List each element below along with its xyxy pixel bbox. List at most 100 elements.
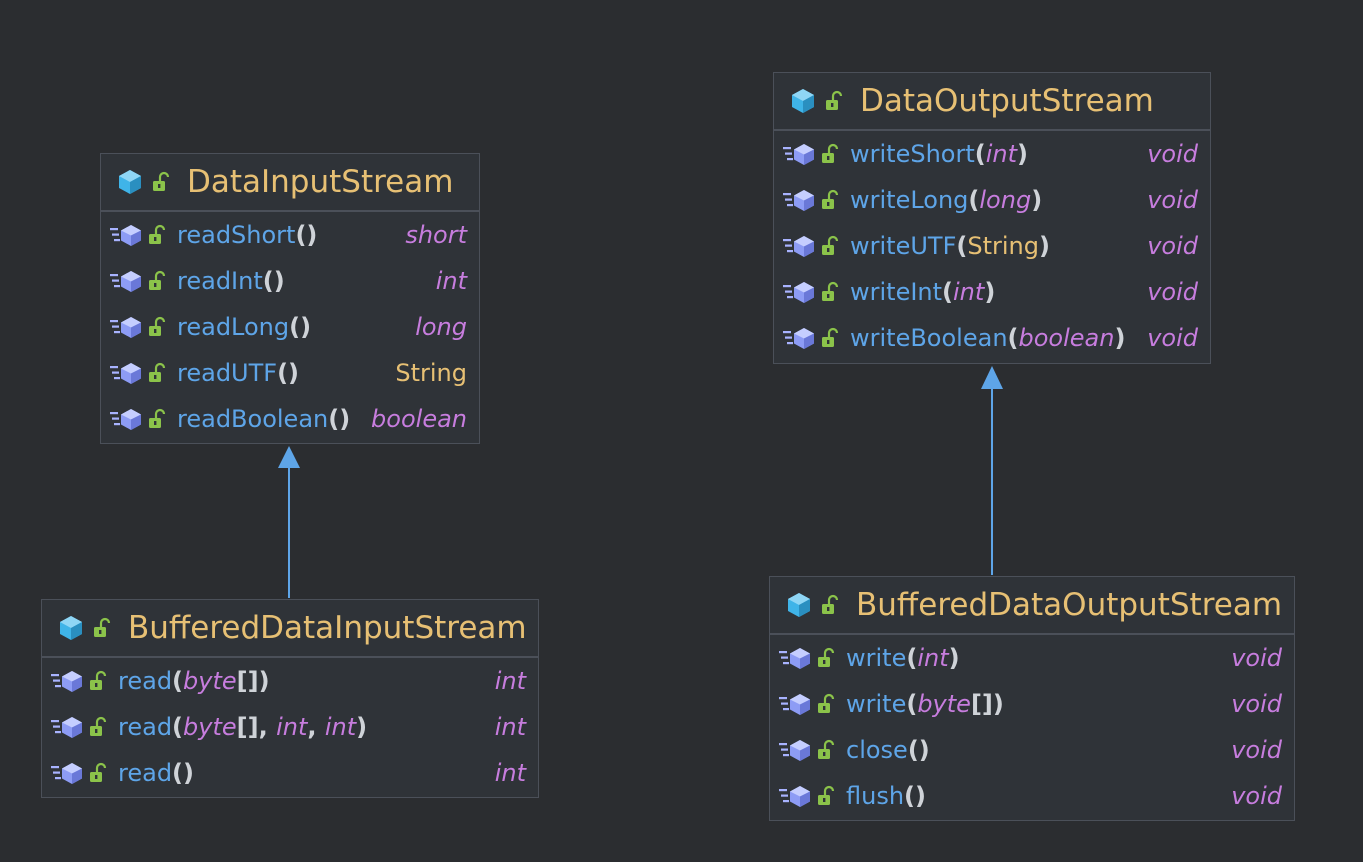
class-name: DataInputStream [187,164,454,200]
method-row[interactable]: readUTF() String [101,350,479,396]
method-icon [779,786,810,807]
param-type: int [953,278,985,306]
method-row[interactable]: close() void [770,727,1294,773]
method-row[interactable]: writeInt(int) void [774,269,1210,315]
class-name: BufferedDataInputStream [128,610,527,646]
method-name: writeBoolean [850,324,1008,352]
method-icon [779,694,810,715]
close-paren: ) [1017,140,1028,168]
method-signature: writeUTF(String) [850,232,1050,260]
class-header: DataInputStream [101,154,479,212]
close-paren: ) [1114,324,1126,352]
method-signature: writeShort(int) [850,140,1028,168]
public-lock-icon [822,594,839,614]
param-type: boolean [1018,324,1115,352]
method-signature: readBoolean() [177,405,350,433]
method-row[interactable]: readInt() int [101,258,479,304]
close-paren: ) [288,359,300,387]
open-paren: ( [906,644,918,672]
method-row[interactable]: flush() void [770,773,1294,819]
class-box-data-output-stream[interactable]: DataOutputStream writeShort(int) void write… [773,72,1211,364]
param-type: int [985,140,1018,168]
public-lock-icon [822,189,839,209]
close-paren: ) [273,267,285,295]
method-signature: readUTF() [177,359,299,387]
diagram-canvas: DataInputStream readShort() short readInt()… [0,0,1363,862]
method-name: writeShort [850,140,975,168]
public-lock-icon [149,270,166,290]
method-row[interactable]: write(int) void [770,635,1294,681]
return-type: int [494,759,526,787]
method-row[interactable]: writeShort(int) void [774,131,1210,177]
method-row[interactable]: read(byte[], int, int) int [42,704,538,750]
method-name: readUTF [177,359,278,387]
method-row[interactable]: writeLong(long) void [774,177,1210,223]
param-type: byte [917,690,971,718]
param-separator: , [258,713,277,741]
close-paren: ) [948,644,960,672]
public-lock-icon [822,235,839,255]
method-signature: readShort() [177,221,317,249]
public-lock-icon [153,171,170,191]
open-paren: ( [172,667,184,695]
method-icon [110,225,141,246]
public-lock-icon [149,362,166,382]
method-name: write [846,644,907,672]
return-type: void [1231,644,1282,672]
method-signature: read(byte[], int, int) [118,713,367,741]
close-paren: ) [183,759,194,787]
open-paren: ( [906,690,918,718]
public-lock-icon [149,224,166,244]
method-row[interactable]: write(byte[]) void [770,681,1294,727]
method-row[interactable]: readLong() long [101,304,479,350]
public-lock-icon [822,327,839,347]
open-paren: ( [1007,324,1019,352]
public-lock-icon [818,693,835,713]
open-paren: ( [904,782,916,810]
return-type: int [494,667,526,695]
class-header: BufferedDataOutputStream [770,577,1294,635]
open-paren: ( [968,186,980,214]
method-signature: writeInt(int) [850,278,995,306]
class-name: BufferedDataOutputStream [856,587,1283,623]
method-signature: readInt() [177,267,285,295]
method-row[interactable]: read(byte[]) int [42,658,538,704]
close-paren: ) [915,782,926,810]
public-lock-icon [818,647,835,667]
public-lock-icon [826,90,843,110]
method-row[interactable]: readShort() short [101,212,479,258]
param-separator: , [307,713,325,741]
return-type: long [415,313,467,341]
public-lock-icon [822,281,839,301]
class-box-data-input-stream[interactable]: DataInputStream readShort() short readInt()… [100,153,480,444]
return-type: String [395,359,467,387]
method-icon [783,236,814,257]
method-row[interactable]: readBoolean() boolean [101,396,479,442]
method-name: readInt [177,267,263,295]
public-lock-icon [818,785,835,805]
method-row[interactable]: writeBoolean(boolean) void [774,315,1210,361]
return-type: int [435,267,467,295]
class-header: DataOutputStream [774,73,1210,131]
class-icon [792,89,814,113]
close-paren: ) [339,405,351,433]
close-paren: ) [984,278,996,306]
return-type: void [1147,232,1198,260]
param-suffix: [] [236,667,259,695]
method-name: read [118,759,173,787]
inheritance-arrow-output [981,366,1003,575]
class-icon [788,593,810,617]
method-row[interactable]: read() int [42,750,538,796]
method-name: readShort [177,221,296,249]
method-signature: read(byte[]) [118,667,270,695]
return-type: void [1147,140,1198,168]
class-box-buffered-data-input-stream[interactable]: BufferedDataInputStream read(byte[]) int re… [41,599,539,798]
method-signature: read() [118,759,194,787]
close-paren: ) [1031,186,1043,214]
method-icon [110,317,141,338]
method-icon [783,282,814,303]
method-icon [783,328,814,349]
class-box-buffered-data-output-stream[interactable]: BufferedDataOutputStream write(int) void wr… [769,576,1295,821]
method-row[interactable]: writeUTF(String) void [774,223,1210,269]
method-icon [110,363,141,384]
